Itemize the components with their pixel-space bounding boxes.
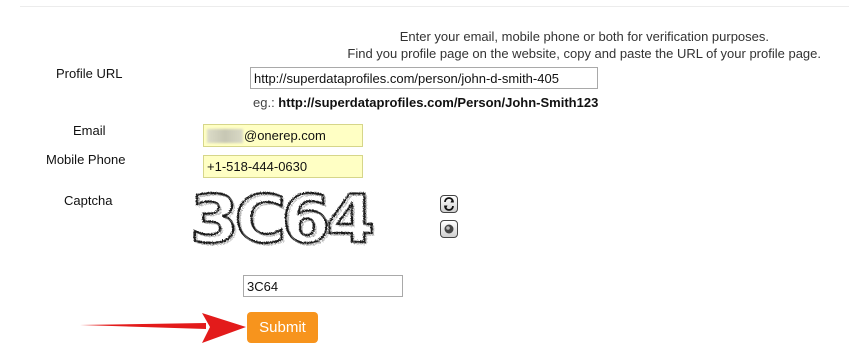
- divider: [20, 6, 849, 7]
- captcha-image: 3C64 3C64: [189, 184, 379, 248]
- verification-form-page: Enter your email, mobile phone or both f…: [0, 0, 849, 349]
- mobile-phone-label: Mobile Phone: [46, 152, 126, 167]
- redacted-email-blur: [207, 129, 243, 143]
- instructions-line-2: Find you profile page on the website, co…: [347, 46, 821, 61]
- example-prefix: eg.:: [253, 95, 279, 110]
- captcha-label: Captcha: [64, 193, 113, 208]
- audio-icon: [444, 224, 454, 234]
- captcha-input[interactable]: [243, 275, 403, 297]
- instructions-line-1: Enter your email, mobile phone or both f…: [399, 29, 769, 44]
- captcha-glyphs-shadow: 3C64: [192, 184, 374, 248]
- annotation-arrow: [80, 313, 246, 343]
- profile-url-label: Profile URL: [56, 66, 123, 81]
- email-label: Email: [73, 123, 106, 138]
- captcha-refresh-button[interactable]: [440, 195, 458, 213]
- captcha-audio-button[interactable]: [440, 220, 458, 238]
- refresh-icon: [444, 197, 454, 211]
- profile-url-example: eg.: http://superdataprofiles.com/Person…: [253, 95, 598, 110]
- instructions: Enter your email, mobile phone or both f…: [201, 28, 821, 62]
- mobile-phone-input[interactable]: [203, 155, 363, 178]
- submit-button[interactable]: Submit: [247, 312, 318, 343]
- example-url: http://superdataprofiles.com/Person/John…: [278, 95, 599, 110]
- profile-url-input[interactable]: [250, 67, 598, 89]
